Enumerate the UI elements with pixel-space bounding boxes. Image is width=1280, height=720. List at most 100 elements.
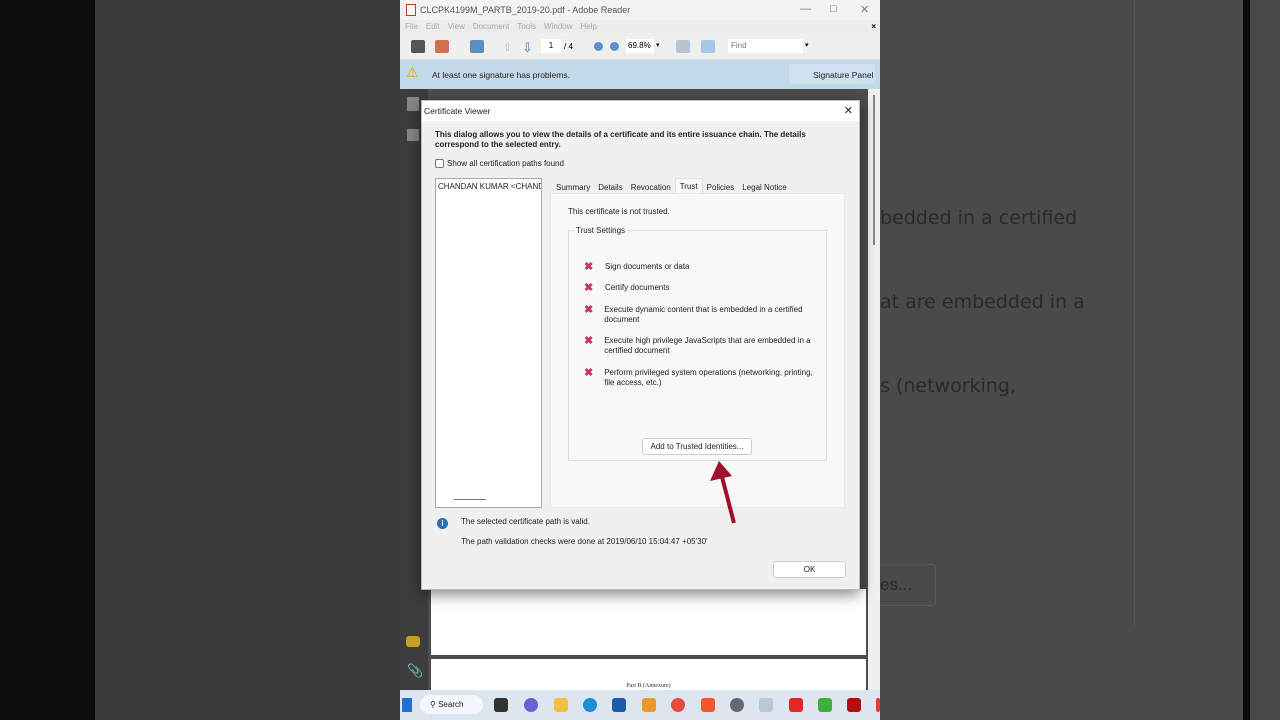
- find-dropdown-icon[interactable]: ▾: [805, 41, 809, 49]
- search-label: Search: [438, 700, 464, 709]
- camtasia-icon[interactable]: [818, 698, 832, 712]
- recorder-icon[interactable]: [789, 698, 803, 712]
- blurred-background-edge: [1250, 0, 1280, 720]
- app-icon[interactable]: [876, 698, 880, 712]
- red-arrow-annotation: [710, 461, 736, 524]
- add-to-trusted-identities-button[interactable]: Add to Trusted Identities...: [642, 438, 752, 455]
- file-explorer-icon[interactable]: [554, 698, 568, 712]
- app-icon[interactable]: [642, 698, 656, 712]
- share-icon[interactable]: [435, 40, 449, 53]
- store-icon[interactable]: [612, 698, 626, 712]
- edge-icon[interactable]: [583, 698, 597, 712]
- trust-settings-label: Trust Settings: [574, 226, 628, 235]
- zoom-dropdown-icon[interactable]: ▾: [656, 41, 660, 49]
- fit-page-icon[interactable]: [701, 40, 715, 53]
- trust-item-label: Sign documents or data: [605, 262, 690, 271]
- bg-text: bedded in a certified: [880, 207, 1078, 229]
- search-icon: ⚲: [430, 700, 439, 709]
- signature-message: At least one signature has problems.: [432, 70, 570, 80]
- toolbar: ⇧ ⇩ 1 / 4 69.8% ▾ Find ▾: [400, 33, 880, 60]
- find-input[interactable]: Find: [728, 39, 803, 53]
- task-view-icon[interactable]: [494, 698, 508, 712]
- teams-icon[interactable]: [524, 698, 538, 712]
- menu-edit[interactable]: Edit: [426, 22, 440, 31]
- menu-view[interactable]: View: [448, 22, 465, 31]
- brave-icon[interactable]: [701, 698, 715, 712]
- maximize-icon[interactable]: □: [830, 3, 837, 15]
- zoom-input[interactable]: 69.8%: [626, 39, 654, 53]
- page-heading: Part B (Annexure): [626, 683, 671, 689]
- blurred-background-left: [95, 0, 400, 720]
- pages-icon[interactable]: [407, 97, 419, 111]
- page-total: / 4: [564, 42, 573, 51]
- attachments-icon[interactable]: 📎: [407, 663, 423, 679]
- document-page: Part B (Annexure): [431, 659, 866, 690]
- dialog-close-icon[interactable]: ✕: [844, 104, 853, 117]
- collaborate-icon[interactable]: [470, 40, 484, 53]
- menu-window[interactable]: Window: [544, 22, 572, 31]
- trust-status: This certificate is not trusted.: [568, 207, 670, 216]
- trust-item: ✖ Execute high privilege JavaScripts that…: [584, 336, 819, 356]
- menu-bar: File Edit View Document Tools Window Hel…: [400, 20, 880, 33]
- certificate-viewer-dialog: Certificate Viewer ✕ This dialog allows …: [421, 100, 860, 590]
- close-icon[interactable]: ✕: [860, 3, 869, 16]
- start-icon[interactable]: [402, 698, 412, 712]
- dialog-title-bar: Certificate Viewer ✕: [422, 101, 859, 121]
- path-valid-message: The selected certificate path is valid.: [461, 517, 590, 526]
- signature-bar: ⚠ At least one signature has problems. S…: [400, 60, 880, 89]
- show-all-paths-checkbox[interactable]: Show all certification paths found: [435, 159, 564, 168]
- certificate-path-tree[interactable]: CHANDAN KUMAR <CHAND: [435, 178, 542, 508]
- bg-text: at are embedded in a: [880, 291, 1085, 313]
- page-number-input[interactable]: 1: [541, 39, 561, 53]
- horizontal-scrollbar[interactable]: [454, 499, 486, 500]
- print-icon[interactable]: [411, 40, 425, 53]
- x-icon: ✖: [584, 282, 594, 294]
- x-icon: ✖: [584, 335, 594, 347]
- chrome-icon[interactable]: [671, 698, 685, 712]
- menu-help[interactable]: Help: [581, 22, 597, 31]
- close-doc-icon[interactable]: ×: [871, 22, 876, 31]
- vertical-scrollbar[interactable]: [868, 89, 880, 690]
- prev-page-icon[interactable]: ⇧: [503, 41, 512, 54]
- comments-icon[interactable]: [406, 636, 420, 647]
- trust-item-label: Certify documents: [605, 283, 670, 292]
- checkbox-box[interactable]: [435, 159, 444, 168]
- document-page: [431, 589, 866, 655]
- scroll-thumb[interactable]: [873, 95, 875, 245]
- tree-entry[interactable]: CHANDAN KUMAR <CHAND: [438, 182, 541, 191]
- taskbar-search[interactable]: ⚲ Search: [420, 695, 483, 714]
- trust-item-label: Perform privileged system operations (ne…: [604, 368, 813, 387]
- minimize-icon[interactable]: —: [800, 3, 811, 15]
- blurred-panel: [880, 0, 1135, 626]
- validation-time: The path validation checks were done at …: [461, 537, 708, 546]
- pdf-icon: [406, 4, 416, 16]
- checkbox-label: Show all certification paths found: [447, 159, 564, 168]
- monitor-icon[interactable]: [759, 698, 773, 712]
- menu-file[interactable]: File: [405, 22, 418, 31]
- menu-document[interactable]: Document: [473, 22, 509, 31]
- dialog-intro: This dialog allows you to view the detai…: [435, 130, 806, 149]
- signature-panel-button[interactable]: Signature Panel: [789, 64, 875, 84]
- trust-tab-panel: This certificate is not trusted. Trust S…: [550, 193, 845, 508]
- settings-icon[interactable]: [730, 698, 744, 712]
- trust-item: ✖ Sign documents or data: [584, 262, 819, 273]
- trust-item: ✖ Certify documents: [584, 282, 819, 294]
- trust-item-label: Execute high privilege JavaScripts that …: [604, 336, 811, 355]
- window-title: CLCPK4199M_PARTB_2019-20.pdf - Adobe Rea…: [420, 5, 631, 15]
- ok-button[interactable]: OK: [773, 561, 846, 578]
- trust-settings-group: Trust Settings ✖ Sign documents or data ✖…: [568, 226, 827, 461]
- x-icon: ✖: [584, 367, 594, 379]
- fit-width-icon[interactable]: [676, 40, 690, 53]
- next-page-icon[interactable]: ⇩: [522, 40, 533, 56]
- bg-button-fragment: es...: [880, 564, 936, 606]
- signatures-icon[interactable]: [407, 129, 419, 141]
- zoom-out-icon[interactable]: [594, 42, 603, 51]
- adobe-reader-icon[interactable]: [847, 698, 861, 712]
- dialog-title: Certificate Viewer: [424, 106, 491, 116]
- zoom-in-icon[interactable]: [610, 42, 619, 51]
- windows-taskbar: ⚲ Search: [400, 690, 880, 720]
- signature-warning-icon: ⚠: [406, 64, 419, 80]
- trust-item: ✖ Perform privileged system operations (n…: [584, 368, 819, 388]
- menu-tools[interactable]: Tools: [517, 22, 536, 31]
- bg-text: s (networking,: [880, 375, 1016, 397]
